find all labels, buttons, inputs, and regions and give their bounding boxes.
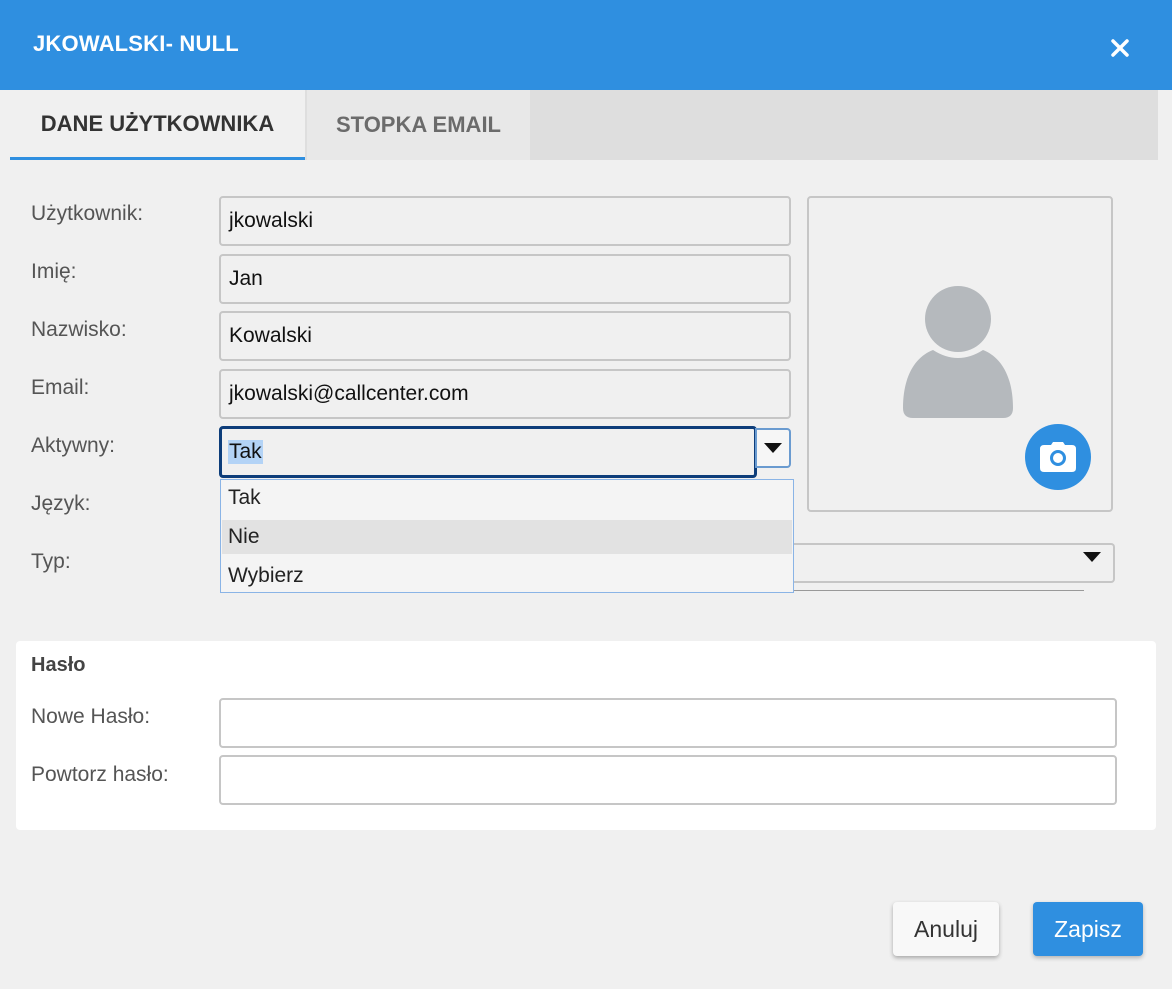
- active-dropdown-list: Tak Nie Wybierz: [220, 479, 794, 593]
- type-label: Typ:: [31, 550, 71, 573]
- lastname-input[interactable]: Kowalski: [219, 311, 791, 361]
- tab-bar-spacer: [0, 90, 10, 160]
- new-password-input[interactable]: [219, 698, 1117, 748]
- caret-down-icon: [764, 443, 782, 453]
- active-option-tak[interactable]: Tak: [222, 481, 792, 515]
- dialog-header: JKOWALSKI- NULL: [0, 0, 1172, 90]
- active-select[interactable]: Tak: [219, 426, 757, 478]
- lastname-label: Nazwisko:: [31, 318, 127, 341]
- email-label: Email:: [31, 376, 90, 399]
- tab-email-footer[interactable]: STOPKA EMAIL: [307, 90, 530, 160]
- type-select[interactable]: [794, 543, 1115, 583]
- close-button[interactable]: [1100, 28, 1140, 68]
- save-button[interactable]: Zapisz: [1033, 902, 1143, 956]
- tab-user-data[interactable]: DANE UŻYTKOWNIKA: [10, 90, 305, 160]
- cancel-button[interactable]: Anuluj: [893, 902, 999, 956]
- repeat-password-label: Powtorz hasło:: [31, 763, 169, 786]
- camera-icon: [1040, 442, 1076, 472]
- dialog-title: JKOWALSKI- NULL: [33, 31, 239, 56]
- firstname-label: Imię:: [31, 260, 77, 283]
- type-select-underline: [794, 590, 1084, 591]
- user-avatar-icon: [903, 286, 1013, 418]
- lastname-value: Kowalski: [229, 324, 312, 347]
- repeat-password-input[interactable]: [219, 755, 1117, 805]
- caret-down-icon: [1083, 552, 1101, 562]
- username-label: Użytkownik:: [31, 202, 144, 225]
- email-input[interactable]: jkowalski@callcenter.com: [219, 369, 791, 419]
- new-password-label: Nowe Hasło:: [31, 705, 151, 728]
- active-label: Aktywny:: [31, 434, 116, 457]
- username-input[interactable]: jkowalski: [219, 196, 791, 246]
- email-value: jkowalski@callcenter.com: [229, 382, 469, 405]
- password-section-title: Hasło: [31, 654, 86, 676]
- active-selected-value: Tak: [228, 440, 263, 464]
- active-option-wybierz[interactable]: Wybierz: [222, 559, 792, 593]
- close-icon: [1111, 39, 1129, 57]
- username-value: jkowalski: [229, 209, 314, 232]
- firstname-value: Jan: [229, 267, 263, 290]
- active-dropdown-toggle[interactable]: [755, 428, 791, 468]
- change-photo-button[interactable]: [1025, 424, 1091, 490]
- tab-bar: DANE UŻYTKOWNIKA STOPKA EMAIL: [0, 90, 1158, 160]
- active-option-nie[interactable]: Nie: [222, 520, 792, 554]
- firstname-input[interactable]: Jan: [219, 254, 791, 304]
- type-dropdown-toggle[interactable]: [1083, 552, 1101, 562]
- language-label: Język:: [31, 492, 91, 515]
